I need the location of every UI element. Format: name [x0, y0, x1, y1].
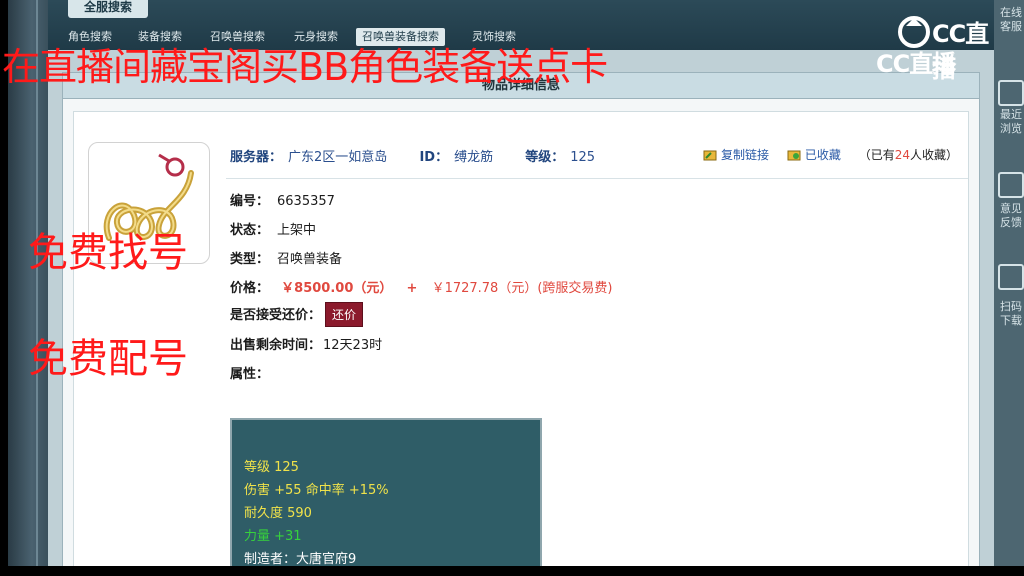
remain-value: 12天23时: [323, 338, 383, 353]
favorite-icon: [787, 149, 801, 161]
server-value: 广东2区一如意岛: [288, 150, 388, 165]
attr-row: 属性：: [230, 363, 277, 382]
attr-durability: 耐久度 590: [244, 506, 312, 521]
id-label: ID：: [419, 150, 449, 165]
fav-count-prefix: （已有: [858, 148, 895, 162]
price-label: 价格：: [230, 281, 270, 296]
history-icon[interactable]: [998, 80, 1024, 106]
left-scroll-strip: [8, 0, 48, 576]
subtab-summon-equipment[interactable]: 召唤兽装备搜索: [356, 28, 445, 46]
attr-strength: 力量 +31: [244, 529, 302, 544]
content-area: 物品详细信息 服务器： 广东2区一如意岛 ID： 缚龙筋 等级： 125 复制链…: [48, 50, 994, 576]
level-value: 125: [570, 150, 596, 165]
item-thumbnail: [88, 142, 210, 264]
haggle-row: 是否接受还价： 还价: [230, 302, 364, 327]
right-sidebar: 在线客服 最近浏览 意见反馈 扫码下载: [994, 0, 1024, 576]
server-label: 服务器：: [230, 150, 283, 165]
screen: 全服搜索 角色搜索 装备搜索 召唤兽搜索 元身搜索 召唤兽装备搜索 灵饰搜索 物…: [0, 0, 1024, 576]
type-value: 召唤兽装备: [277, 252, 343, 267]
fav-count: 24: [894, 148, 910, 162]
sidebar-recent[interactable]: 最近浏览: [1000, 108, 1024, 136]
sidebar-scan-download[interactable]: 扫码下载: [1000, 300, 1024, 328]
attr-damage-hit: 伤害 +55 命中率 +15%: [244, 483, 389, 498]
item-card: 服务器： 广东2区一如意岛 ID： 缚龙筋 等级： 125 复制链接 已收藏 （已有2…: [73, 111, 969, 576]
copy-link-button[interactable]: 复制链接: [721, 148, 769, 162]
remain-label: 出售剩余时间：: [230, 338, 322, 353]
status-value: 上架中: [277, 223, 317, 238]
item-detail-panel: 物品详细信息 服务器： 广东2区一如意岛 ID： 缚龙筋 等级： 125 复制链…: [62, 72, 980, 576]
cc-live-watermark: CC直播 CC直播: [856, 12, 996, 83]
top-navigation: 全服搜索 角色搜索 装备搜索 召唤兽搜索 元身搜索 召唤兽装备搜索 灵饰搜索: [48, 0, 994, 50]
subtab-role[interactable]: 角色搜索: [68, 28, 112, 46]
serial-label: 编号：: [230, 194, 270, 209]
fav-count-suffix: 人收藏）: [909, 148, 958, 162]
rope-icon: [103, 153, 194, 241]
sidebar-feedback[interactable]: 意见反馈: [1000, 202, 1024, 230]
scan-icon[interactable]: [998, 264, 1024, 290]
id-value: 缚龙筋: [454, 150, 494, 165]
sidebar-online-service[interactable]: 在线客服: [1000, 6, 1024, 34]
remain-row: 出售剩余时间： 12天23时: [230, 334, 382, 353]
type-label: 类型：: [230, 252, 270, 267]
attr-level: 等级 125: [244, 460, 299, 475]
favorited-button[interactable]: 已收藏: [805, 148, 841, 162]
copy-link-icon: [703, 149, 717, 161]
edit-icon[interactable]: [998, 172, 1024, 198]
status-label: 状态：: [230, 223, 270, 238]
panel-title: 物品详细信息: [63, 73, 979, 99]
cross-server-fee: ￥1727.78（元）(跨服交易费): [431, 281, 613, 296]
price-value: ￥8500.00（元）: [281, 281, 393, 296]
watermark-text-2: CC直播: [876, 50, 956, 78]
left-black-bar: [0, 0, 8, 576]
level-label: 等级：: [525, 150, 565, 165]
subtab-equipment[interactable]: 装备搜索: [138, 28, 182, 46]
bottom-black-bar: [0, 566, 1024, 576]
item-actions: 复制链接 已收藏 （已有24人收藏）: [703, 146, 958, 163]
price-plus: +: [406, 281, 418, 296]
haggle-label: 是否接受还价：: [230, 308, 322, 323]
haggle-button[interactable]: 还价: [325, 302, 364, 327]
type-row: 类型： 召唤兽装备: [230, 248, 342, 267]
serial-row: 编号： 6635357: [230, 190, 335, 209]
item-meta: 服务器： 广东2区一如意岛 ID： 缚龙筋 等级： 125: [230, 146, 601, 165]
subtab-summon[interactable]: 召唤兽搜索: [210, 28, 265, 46]
attr-label: 属性：: [230, 367, 270, 382]
status-row: 状态： 上架中: [230, 219, 316, 238]
price-row: 价格： ￥8500.00（元） + ￥1727.78（元）(跨服交易费): [230, 277, 612, 296]
tab-all-server-search[interactable]: 全服搜索: [68, 0, 148, 18]
subtab-lingshi[interactable]: 灵饰搜索: [472, 28, 516, 46]
attribute-box: 等级 125 伤害 +55 命中率 +15% 耐久度 590 力量 +31 制造…: [230, 418, 542, 570]
serial-value: 6635357: [277, 194, 335, 209]
subtab-yuanshen[interactable]: 元身搜索: [294, 28, 338, 46]
divider: [226, 178, 968, 179]
